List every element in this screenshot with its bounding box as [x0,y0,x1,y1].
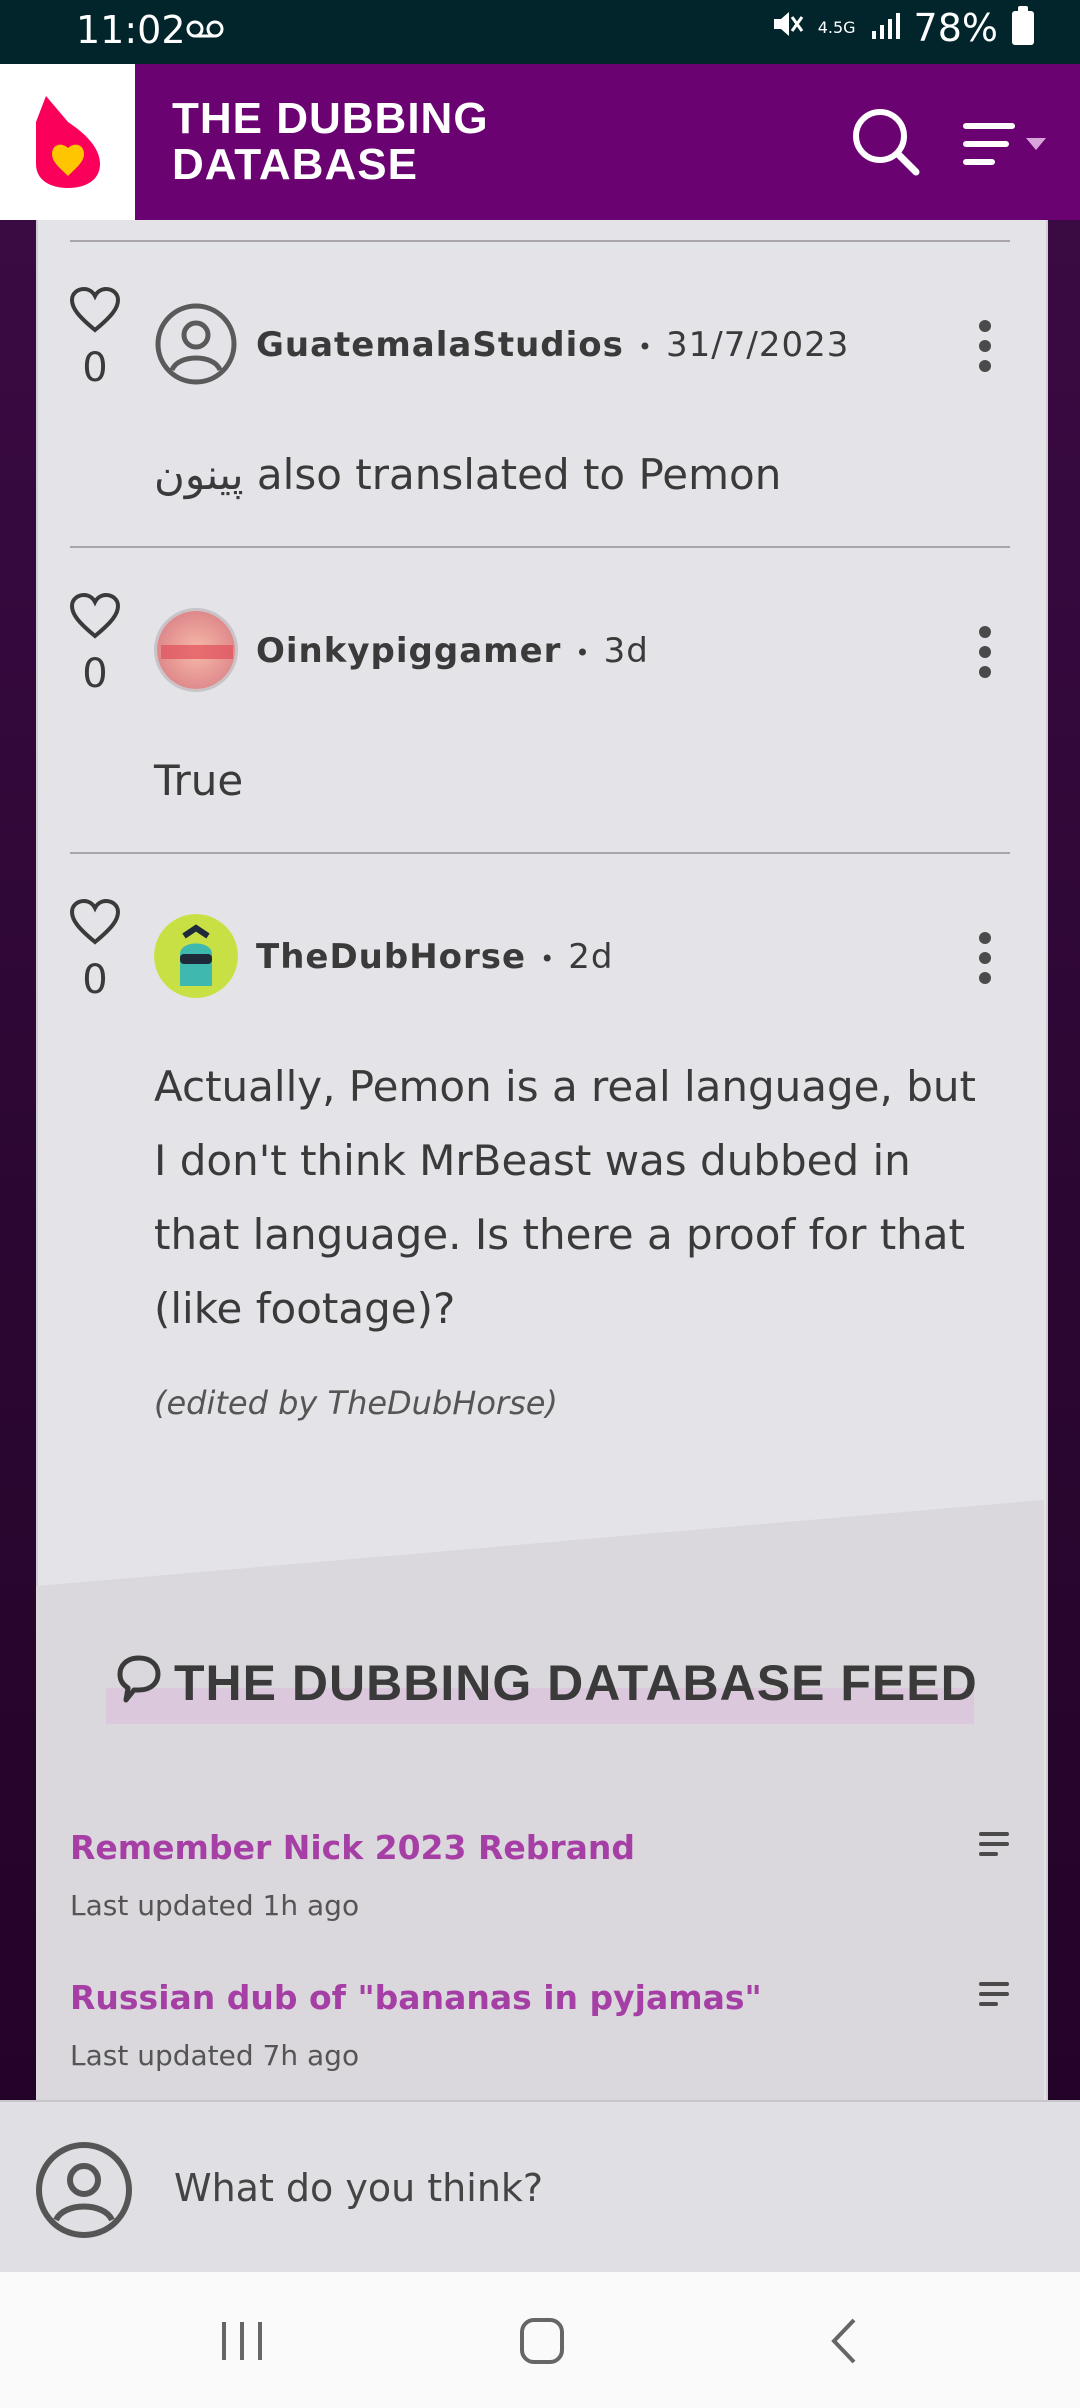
recent-apps-button[interactable] [212,2314,272,2368]
more-options-icon[interactable] [970,626,1000,686]
separator-dot: • [637,332,653,361]
more-options-icon[interactable] [970,320,1000,380]
home-icon [520,2318,564,2364]
feed-title-text: THE DUBBING DATABASE FEED [174,1655,978,1711]
like-button[interactable]: 0 [68,898,122,1003]
heart-icon [69,898,121,945]
feed-item[interactable]: Remember Nick 2023 Rebrand Last updated … [70,1828,1010,1922]
feed-item-title[interactable]: Russian dub of "bananas in pyjamas" [70,1978,1010,2017]
system-nav-bar [0,2272,1080,2408]
heart-icon [69,286,121,333]
feed-item-updated: Last updated 7h ago [70,2039,360,2072]
text-lines-icon [978,1828,1010,1865]
comment-meta: Oinkypiggamer • 3d [256,631,649,671]
text-lines-icon [978,1978,1010,2015]
username[interactable]: TheDubHorse [256,937,526,977]
home-button[interactable] [512,2314,572,2368]
comment-date: 3d [603,631,649,671]
username[interactable]: GuatemalaStudios [256,325,624,365]
heart-icon [69,592,121,639]
divider [70,546,1010,548]
separator-dot: • [540,944,555,973]
avatar[interactable] [154,914,238,998]
divider [70,852,1010,854]
search-icon [853,109,920,176]
signal-icon [870,6,900,50]
search-button[interactable] [850,106,922,178]
site-title[interactable]: THE DUBBING DATABASE [172,96,489,188]
feed-item-updated: Last updated 1h ago [70,1889,360,1922]
divider [70,240,1010,242]
fandom-logo[interactable] [0,64,135,220]
feed-item[interactable]: Russian dub of "bananas in pyjamas" Last… [70,1978,1010,2072]
comment-input[interactable]: What do you think? [174,2166,543,2210]
like-count: 0 [82,651,108,697]
comment-meta: TheDubHorse • 2d [256,937,613,977]
edited-note: (edited by TheDubHorse) [154,1384,558,1422]
status-time: 11:02 [76,8,186,52]
feed-heading: THE DUBBING DATABASE FEED [106,1654,977,1724]
comment-text: True [154,756,244,805]
battery-level: 78% [913,6,998,50]
comment-meta: GuatemalaStudios • 31/7/2023 [256,325,849,365]
site-title-line1: THE DUBBING [172,94,489,143]
comment-text: Actually, Pemon is a real language, but … [154,1062,976,1333]
comment-text: پینون also translated to Pemon [154,450,782,499]
back-button[interactable] [816,2314,876,2368]
user-avatar-icon [34,2140,134,2240]
like-button[interactable]: 0 [68,592,122,697]
voicemail-icon [186,12,224,47]
like-count: 0 [82,957,108,1003]
comment-date: 2d [568,937,614,977]
status-icons: 4.5G 78% [770,6,1034,50]
back-icon [831,2318,856,2364]
comment-composer[interactable]: What do you think? [0,2100,1080,2274]
mute-icon [770,6,804,50]
separator-dot: • [575,638,590,667]
recent-apps-icon [222,2322,262,2360]
speech-bubble-icon [116,1654,162,1716]
avatar[interactable] [154,608,238,692]
avatar[interactable] [154,302,238,386]
username[interactable]: Oinkypiggamer [256,631,561,671]
like-button[interactable]: 0 [68,286,122,391]
network-type: 4.5G [817,18,856,37]
site-title-line2: DATABASE [172,140,418,189]
site-header: THE DUBBING DATABASE [0,64,1080,220]
feed-item-title[interactable]: Remember Nick 2023 Rebrand [70,1828,1010,1867]
comment-date: 31/7/2023 [666,325,850,365]
menu-icon [963,123,1046,165]
like-count: 0 [82,345,108,391]
menu-button[interactable] [962,120,1052,170]
battery-icon [1012,6,1034,45]
feed-title: THE DUBBING DATABASE FEED [116,1654,978,1716]
more-options-icon[interactable] [970,932,1000,992]
status-bar: 11:02 4.5G 78% [0,0,1080,64]
